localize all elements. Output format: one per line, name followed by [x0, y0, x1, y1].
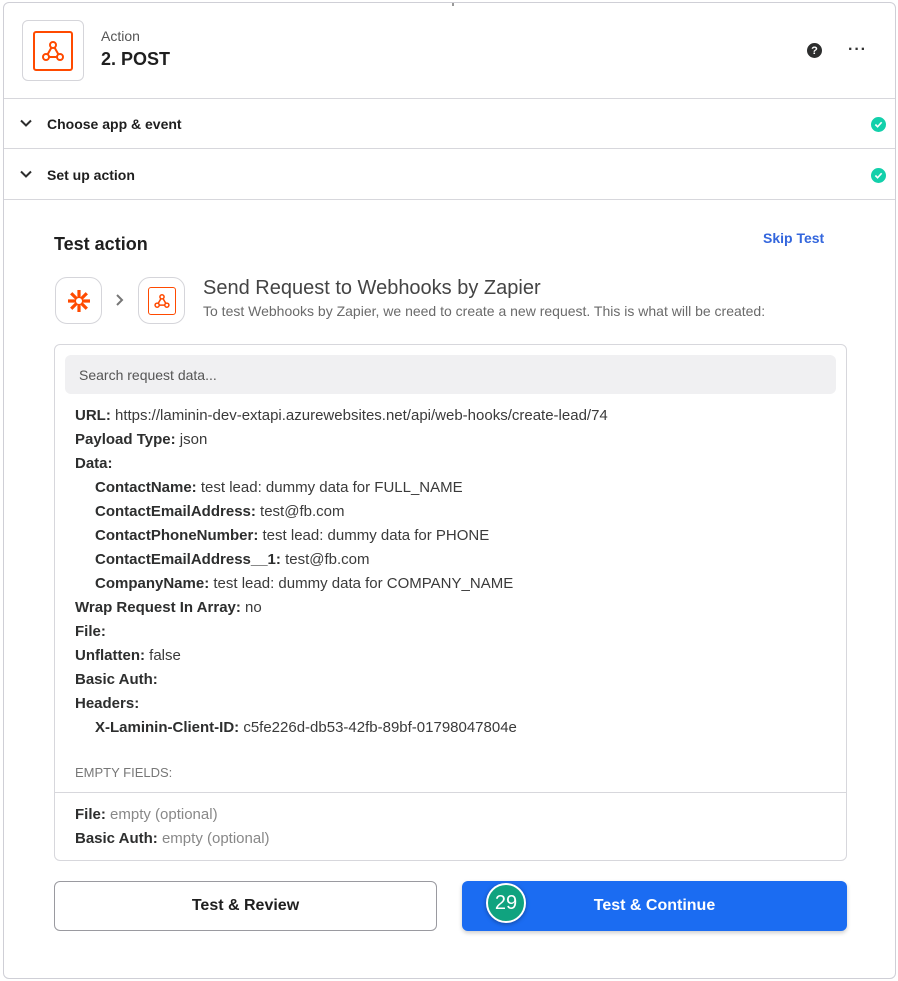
section-title: Test action — [54, 234, 148, 254]
divider — [55, 792, 846, 793]
field-row: URL: https://laminin-dev-extapi.azureweb… — [75, 407, 608, 424]
field-row: Payload Type: json — [75, 431, 208, 448]
zapier-asterisk-icon — [67, 289, 90, 312]
webhooks-icon — [147, 286, 176, 315]
check-circle-icon — [871, 117, 886, 132]
search-request-input[interactable] — [65, 355, 836, 394]
chevron-down-icon — [20, 170, 32, 178]
field-row: Unflatten: false — [75, 647, 181, 664]
chevron-right-icon — [116, 294, 124, 306]
request-data-panel: URL: https://laminin-dev-extapi.azureweb… — [54, 344, 847, 861]
field-row: X-Laminin-Client-ID: c5fe226d-db53-42fb-… — [95, 719, 517, 736]
app-icon-tile — [22, 20, 84, 81]
request-subtitle: To test Webhooks by Zapier, we need to c… — [203, 303, 766, 319]
field-row: ContactEmailAddress: test@fb.com — [95, 503, 345, 520]
request-title: Send Request to Webhooks by Zapier — [203, 277, 541, 299]
field-row: Headers: — [75, 695, 140, 712]
accordion-label: Set up action — [47, 167, 135, 183]
action-header: Action 2. POST ? ··· — [4, 3, 895, 99]
test-and-review-button[interactable]: Test & Review — [54, 881, 437, 931]
field-row: ContactPhoneNumber: test lead: dummy dat… — [95, 527, 490, 544]
webhooks-icon — [33, 30, 73, 71]
accordion-choose-app[interactable]: Choose app & event — [4, 99, 895, 149]
check-circle-icon — [871, 168, 886, 183]
step-number-badge: 29 — [486, 883, 526, 923]
webhooks-app-tile — [138, 277, 185, 324]
field-row: CompanyName: test lead: dummy data for C… — [95, 575, 514, 592]
chevron-down-icon — [20, 119, 32, 127]
field-row: File: — [75, 623, 106, 640]
action-card: Action 2. POST ? ··· Choose app & event … — [3, 2, 896, 979]
field-row: ContactName: test lead: dummy data for F… — [95, 479, 463, 496]
step-type-label: Action — [101, 28, 140, 44]
accordion-set-up-action[interactable]: Set up action — [4, 150, 895, 200]
skip-test-link[interactable]: Skip Test — [763, 230, 824, 246]
field-row: Basic Auth: — [75, 671, 158, 688]
empty-fields-heading: EMPTY FIELDS: — [75, 765, 173, 780]
field-row: Wrap Request In Array: no — [75, 599, 262, 616]
step-title[interactable]: 2. POST — [101, 49, 170, 70]
ellipsis-icon[interactable]: ··· — [848, 41, 867, 59]
accordion-label: Choose app & event — [47, 116, 182, 132]
empty-field-row: File: empty (optional) — [75, 806, 218, 823]
zapier-app-tile — [55, 277, 102, 324]
field-row: ContactEmailAddress__1: test@fb.com — [95, 551, 370, 568]
field-row: Data: — [75, 455, 113, 472]
empty-field-row: Basic Auth: empty (optional) — [75, 830, 270, 847]
question-circle-icon[interactable]: ? — [807, 43, 822, 58]
